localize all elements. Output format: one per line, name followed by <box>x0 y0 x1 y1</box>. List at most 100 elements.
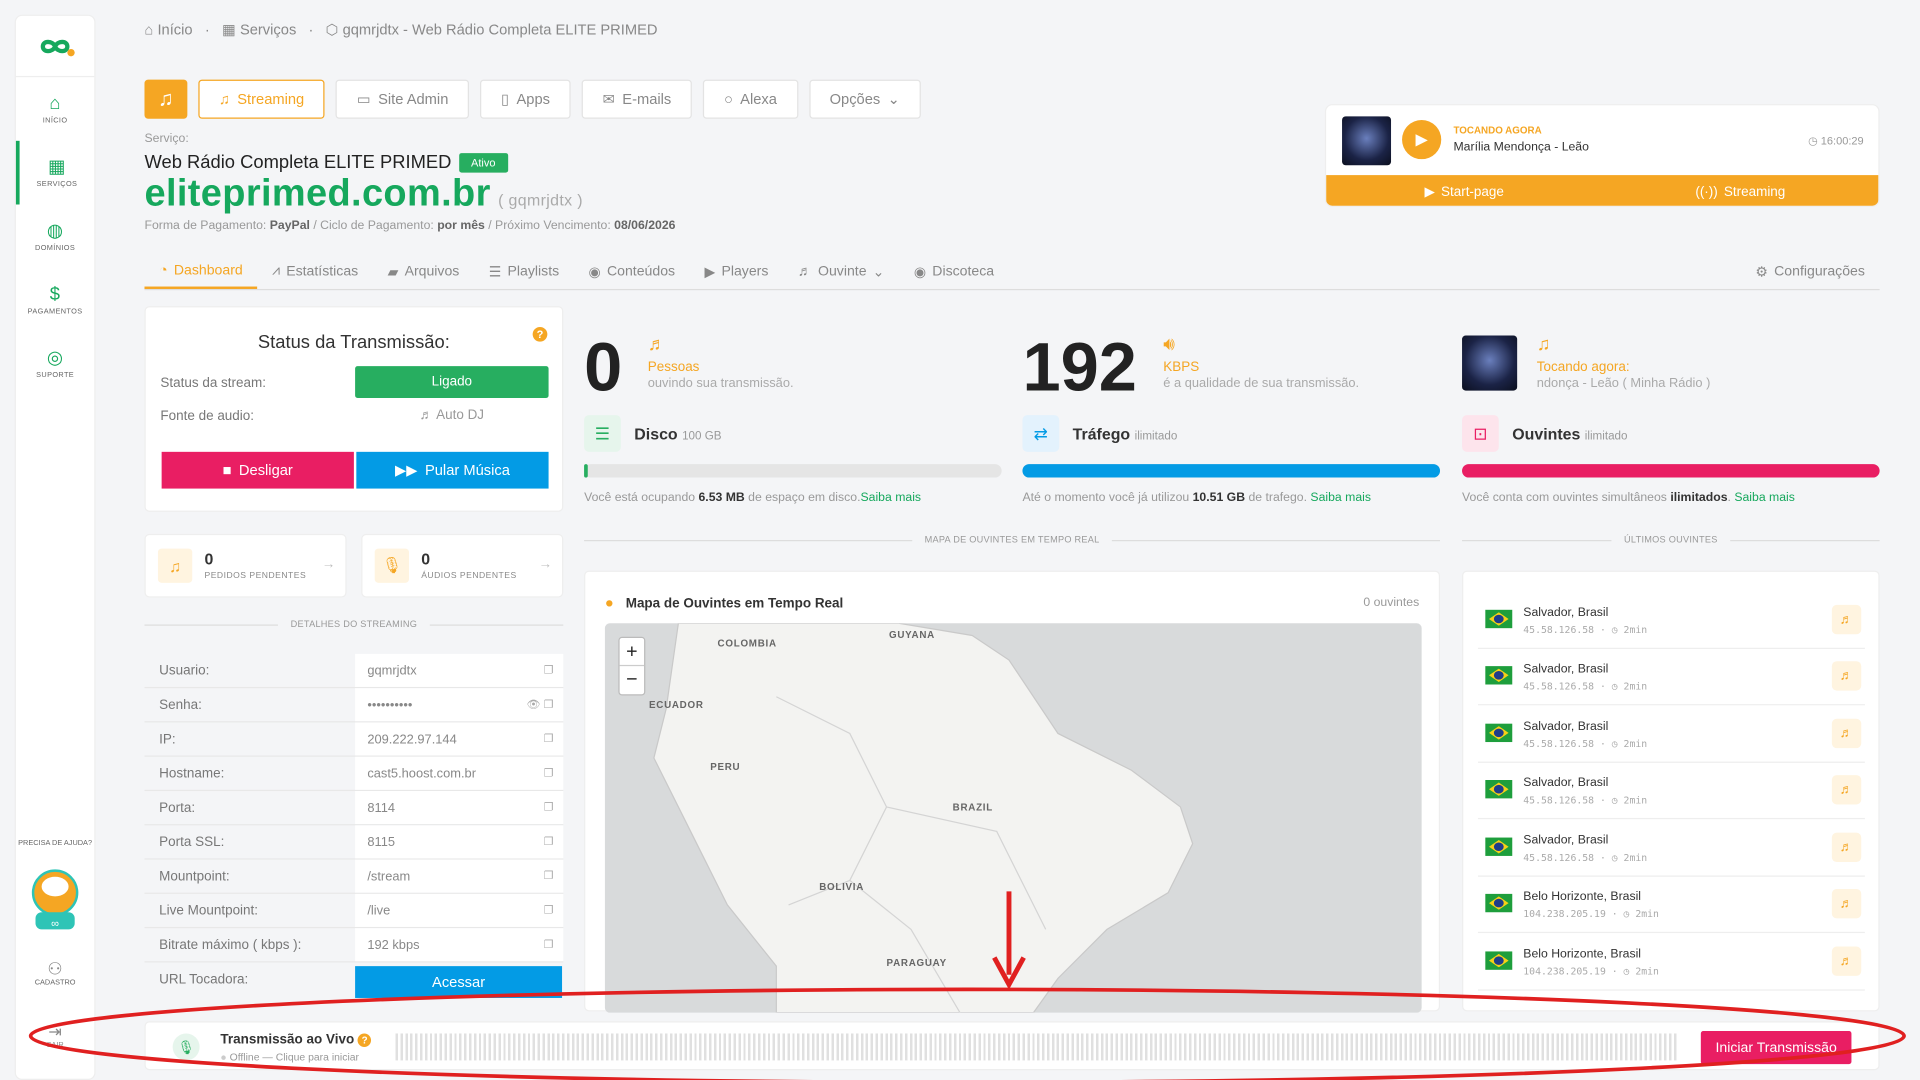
tab-ouvinte[interactable]: ♬ Ouvinte ⌄ <box>783 253 899 289</box>
sidebar: ⌂ INÍCIO ▦ SERVIÇOS ◍ DOMÍNIOS $ PAGAMENTOS … <box>14 14 96 1080</box>
list-item: Salvador, Brasil 45.58.126.58 · ◷ 2min ♬ <box>1477 593 1865 649</box>
map-label: PARAGUAY <box>886 957 947 969</box>
help-icon[interactable]: ? <box>357 1033 372 1047</box>
copy-icon[interactable]: ❐ <box>544 938 554 951</box>
help-icon[interactable]: ? <box>532 326 548 342</box>
breadcrumb-label: Serviços <box>239 20 297 38</box>
access-player-button[interactable]: Acessar <box>355 966 563 998</box>
sidebar-item-dominios[interactable]: ◍ DOMÍNIOS <box>16 204 94 268</box>
chevron-down-icon: ⌄ <box>872 265 885 280</box>
traffic-more-link[interactable]: Saiba mais <box>1310 491 1371 504</box>
listener-city: Salvador, Brasil <box>1523 606 1609 620</box>
tab-label: Arquivos <box>404 263 460 279</box>
sidebar-item-cadastro[interactable]: ⚇ CADASTRO <box>16 959 94 987</box>
detail-value[interactable]: cast5.hoost.com.br ❐ <box>355 756 564 790</box>
listeners-map[interactable]: + − COLOMBIA GUYANA ECUADOR PERU BRAZIL B… <box>604 623 1422 1013</box>
tab-streaming[interactable]: ♫ Streaming <box>198 79 326 119</box>
zoom-in-button[interactable]: + <box>619 638 645 667</box>
map-label: GUYANA <box>888 629 935 641</box>
list-item: Salvador, Brasil 45.58.126.58 · ◷ 2min ♬ <box>1477 707 1865 763</box>
pending-label: ÁUDIOS PENDENTES <box>421 571 517 581</box>
zoom-out-button[interactable]: − <box>620 666 644 694</box>
headphones-icon[interactable]: ♬ <box>1831 775 1862 805</box>
map-listener-count: 0 ouvintes <box>1363 596 1420 610</box>
tab-players[interactable]: ▶ Players <box>690 253 783 289</box>
tab-arquivos[interactable]: ▰ Arquivos <box>373 253 474 289</box>
copy-icon[interactable]: ❐ <box>544 732 554 745</box>
listener-ago: 2min <box>1635 966 1659 978</box>
copy-icon[interactable]: ❐ <box>544 801 554 814</box>
pending-audios-card[interactable]: 🎙︎ 0 ÁUDIOS PENDENTES → <box>361 533 564 598</box>
copy-icon[interactable]: ❐ <box>544 904 554 917</box>
listeners-count: 0 <box>584 328 623 406</box>
tab-opcoes[interactable]: Opções ⌄ <box>808 79 921 119</box>
list-item: Belo Horizonte, Brasil 104.238.205.19 · ◷… <box>1477 877 1865 934</box>
pay-label: Forma de Pagamento: <box>144 219 267 233</box>
copy-icon[interactable]: ❐ <box>544 869 554 882</box>
tab-site-admin[interactable]: ▭ Site Admin <box>336 79 470 119</box>
detail-value[interactable]: •••••••••• 👁︎ ❐ <box>355 688 564 722</box>
headphones-icon[interactable]: ♬ <box>1831 888 1862 919</box>
eye-copy-icons[interactable]: 👁︎ ❐ <box>527 698 554 711</box>
streaming-link[interactable]: ((·)) Streaming <box>1602 175 1878 206</box>
tab-discoteca[interactable]: ◉ Discoteca <box>899 253 1009 289</box>
tab-emails[interactable]: ✉ E-mails <box>581 79 693 119</box>
headphones-icon[interactable]: ♬ <box>1831 604 1862 635</box>
tab-configuracoes[interactable]: ⚙ Configurações <box>1741 253 1880 289</box>
desc-text: Você está ocupando <box>584 491 696 505</box>
traffic-desc: Até o momento você já utilizou 10.51 GB … <box>1022 491 1371 504</box>
play-button[interactable]: ▶ <box>1402 120 1442 160</box>
logo[interactable] <box>15 16 95 78</box>
detail-row-porta: Porta: 8114 ❐ <box>144 791 564 826</box>
detail-value[interactable]: 8115 ❐ <box>355 825 564 859</box>
detail-value[interactable]: /live ❐ <box>355 893 564 927</box>
player-links: ▶ Start-page ((·)) Streaming <box>1326 175 1879 206</box>
music-tab-icon[interactable]: ♫ <box>144 79 188 119</box>
tab-dashboard[interactable]: ◔ Dashboard <box>144 253 258 289</box>
tab-label: Configurações <box>1774 263 1865 279</box>
breadcrumb-home[interactable]: ⌂ Início <box>144 21 192 38</box>
sidebar-item-sair[interactable]: ⇥ SAIR <box>16 1022 94 1049</box>
detail-key: Hostname: <box>159 766 225 782</box>
sidebar-item-suporte[interactable]: ◎ SUPORTE <box>16 332 94 396</box>
status-badge: Ativo <box>458 152 508 173</box>
detail-value[interactable]: /stream ❐ <box>355 859 564 893</box>
copy-icon[interactable]: ❐ <box>544 767 554 780</box>
startpage-link[interactable]: ▶ Start-page <box>1326 175 1602 206</box>
detail-key: URL Tocadora: <box>159 972 249 987</box>
sidebar-item-inicio[interactable]: ⌂ INÍCIO <box>16 77 94 141</box>
detail-key: Porta: <box>159 800 196 816</box>
tab-alexa[interactable]: ○ Alexa <box>703 79 798 119</box>
tab-conteudos[interactable]: ◉ Conteúdos <box>574 253 690 289</box>
breadcrumb-services[interactable]: ▦ Serviços <box>222 21 296 38</box>
sidebar-item-pagamentos[interactable]: $ PAGAMENTOS <box>16 268 94 332</box>
pending-requests-card[interactable]: ♫ 0 PEDIDOS PENDENTES → <box>144 533 347 598</box>
start-transmission-button[interactable]: Iniciar Transmissão <box>1700 1031 1852 1065</box>
copy-icon[interactable]: ❐ <box>544 835 554 848</box>
headphones-icon[interactable]: ♬ <box>1831 661 1862 691</box>
detail-value[interactable]: gqmrjdtx ❐ <box>355 653 564 687</box>
skip-song-button[interactable]: ▶▶ Pular Música <box>356 451 549 489</box>
detail-text: /live <box>367 903 391 919</box>
listener-city: Salvador, Brasil <box>1523 662 1609 676</box>
detail-value[interactable]: 8114 ❐ <box>355 791 564 825</box>
listeners-more-link[interactable]: Saiba mais <box>1734 491 1795 504</box>
detail-text: gqmrjdtx <box>367 663 417 679</box>
user-icon: ⚇ <box>47 958 63 979</box>
dollar-icon: $ <box>49 283 61 305</box>
headphones-icon[interactable]: ♬ <box>1831 946 1862 976</box>
headphones-icon[interactable]: ♬ <box>1831 718 1862 749</box>
detail-value[interactable]: 192 kbps ❐ <box>355 928 564 962</box>
detail-value[interactable]: 209.222.97.144 ❐ <box>355 722 564 756</box>
tab-playlists[interactable]: ☰ Playlists <box>474 253 574 289</box>
tab-label: Playlists <box>507 263 560 279</box>
disk-more-link[interactable]: Saiba mais <box>860 491 921 504</box>
copy-icon[interactable]: ❐ <box>544 664 554 677</box>
tab-apps[interactable]: ▯ Apps <box>480 79 571 119</box>
tab-estatisticas[interactable]: ⩘ Estatísticas <box>257 253 372 289</box>
turn-off-button[interactable]: ■ Desligar <box>161 451 354 489</box>
mascot-avatar[interactable]: ∞ <box>29 868 80 932</box>
sidebar-item-servicos[interactable]: ▦ SERVIÇOS <box>15 140 94 205</box>
headphones-icon[interactable]: ♬ <box>1831 832 1862 863</box>
listeners-label: Pessoas <box>647 360 700 375</box>
